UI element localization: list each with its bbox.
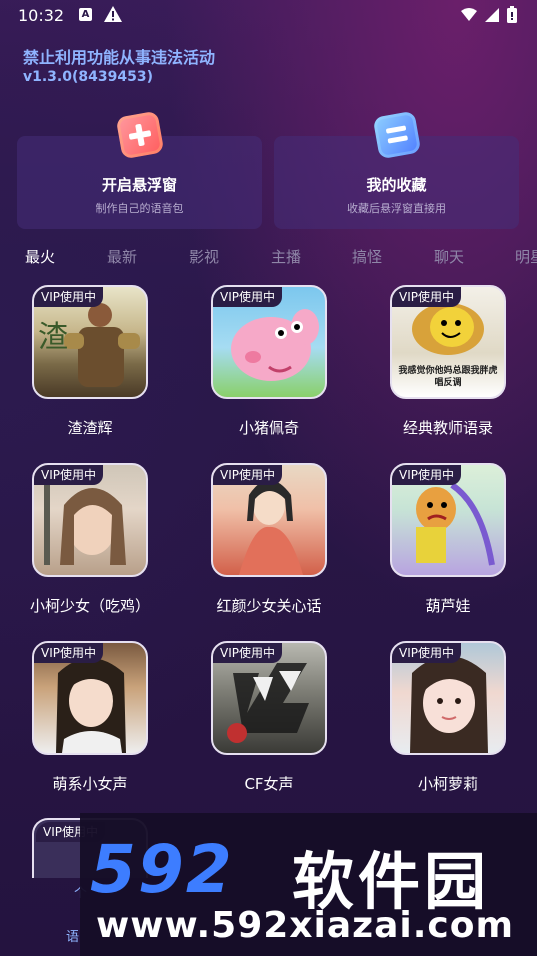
tab-chat[interactable]: 聊天 xyxy=(434,246,464,267)
status-bar: 10:32 A xyxy=(0,0,537,32)
notification-a-icon: A xyxy=(79,8,92,21)
card-title: 我的收藏 xyxy=(366,176,427,194)
app-title: 禁止利用功能从事违法活动 xyxy=(23,48,216,67)
vip-badge: VIP使用中 xyxy=(392,465,461,485)
vip-badge: VIP使用中 xyxy=(34,465,103,485)
vip-badge: VIP使用中 xyxy=(34,287,103,307)
meme-caption: 我感觉你他妈总跟我胖虎唱反调 xyxy=(398,366,498,388)
voice-item-label: CF女声 xyxy=(244,775,294,793)
signal-battery-icons xyxy=(461,6,517,23)
voice-item-label: 小柯萝莉 xyxy=(417,775,478,793)
voice-item-label: 小猪佩奇 xyxy=(238,419,299,437)
tab-hottest[interactable]: 最火 xyxy=(25,246,55,267)
card-subtitle: 制作自己的语音包 xyxy=(95,202,184,215)
open-floating-window-card[interactable]: 开启悬浮窗 制作自己的语音包 xyxy=(17,110,262,229)
vip-badge: VIP使用中 xyxy=(213,465,282,485)
tab-streamer[interactable]: 主播 xyxy=(271,246,301,267)
app-version: v1.3.0(8439453) xyxy=(23,69,153,85)
plus-icon xyxy=(115,110,165,160)
vip-badge: VIP使用中 xyxy=(213,643,282,663)
tab-newest[interactable]: 最新 xyxy=(107,246,137,267)
status-time: 10:32 xyxy=(18,6,65,25)
tab-stars[interactable]: 明星 xyxy=(515,246,537,267)
vip-badge: VIP使用中 xyxy=(392,643,461,663)
voice-item-label: 葫芦娃 xyxy=(425,597,471,615)
tab-funny[interactable]: 搞怪 xyxy=(352,246,382,267)
my-favorites-card[interactable]: 我的收藏 收藏后悬浮窗直接用 xyxy=(274,110,519,229)
voice-item-label: 渣渣辉 xyxy=(67,419,113,437)
card-subtitle: 收藏后悬浮窗直接用 xyxy=(347,202,446,215)
svg-text:渣: 渣 xyxy=(38,320,68,355)
list-icon xyxy=(372,110,422,160)
vip-badge: VIP使用中 xyxy=(392,287,461,307)
voice-item-label: 红颜少女关心话 xyxy=(216,597,322,615)
watermark-logo-number: 592 xyxy=(90,831,234,908)
voice-item-label: 经典教师语录 xyxy=(402,419,493,437)
voice-item-label: 小柯少女（吃鸡） xyxy=(29,597,150,615)
vip-badge: VIP使用中 xyxy=(34,643,103,663)
watermark-overlay: 592 软件园 www.592xiazai.com xyxy=(80,813,537,956)
voice-item-label: 萌系小女声 xyxy=(52,775,128,793)
tab-film[interactable]: 影视 xyxy=(189,246,219,267)
watermark-url: www.592xiazai.com xyxy=(96,905,514,946)
category-tabs: 最火 最新 影视 主播 搞怪 聊天 明星 xyxy=(0,246,537,270)
corner-text: 语 xyxy=(66,930,80,945)
card-title: 开启悬浮窗 xyxy=(101,176,177,194)
vip-badge: VIP使用中 xyxy=(213,287,282,307)
warning-icon xyxy=(104,6,122,22)
